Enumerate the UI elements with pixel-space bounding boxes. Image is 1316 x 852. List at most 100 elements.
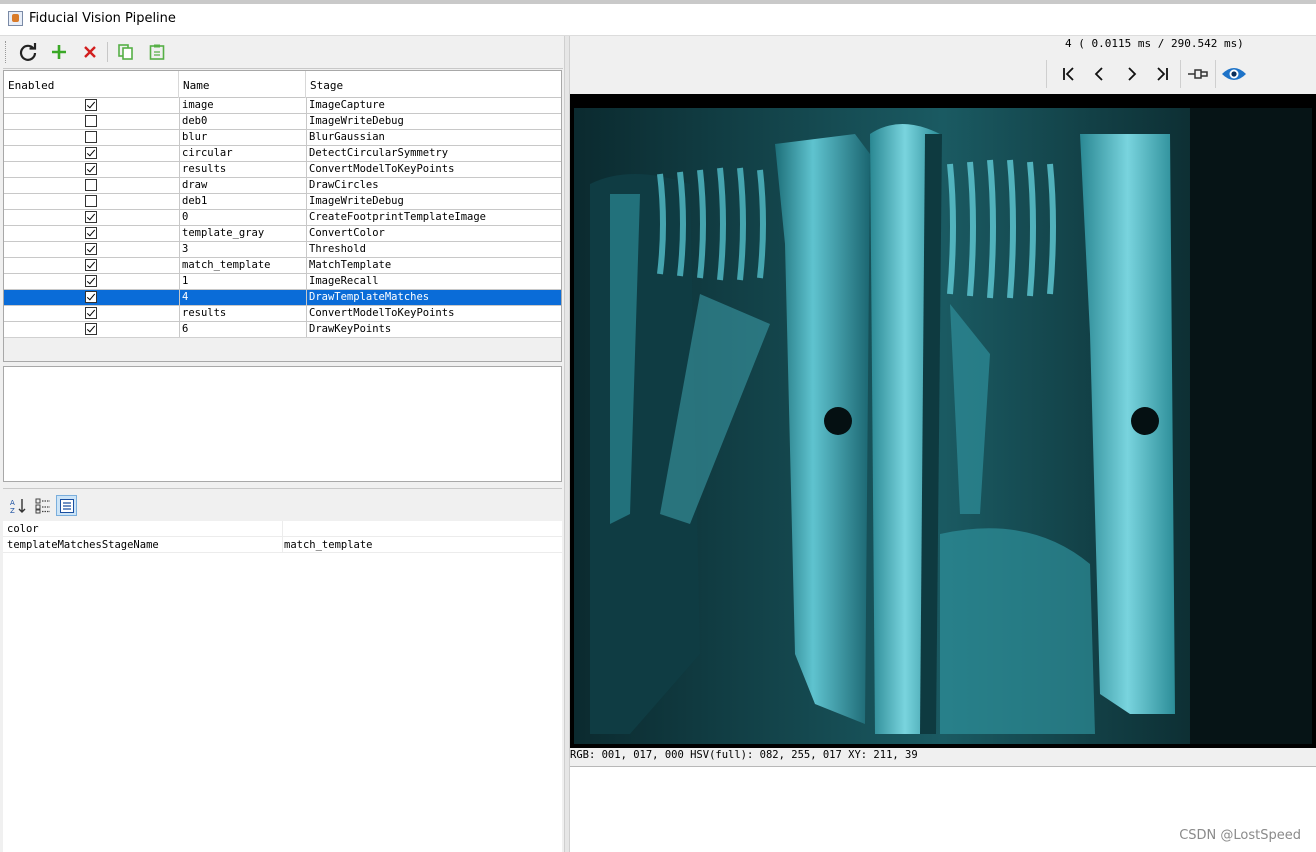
property-value[interactable]: match_template bbox=[282, 537, 373, 553]
stage-type-cell[interactable]: DrawCircles bbox=[306, 178, 561, 193]
table-row[interactable]: template_gray ConvertColor bbox=[4, 226, 561, 242]
stage-name-cell[interactable]: template_gray bbox=[179, 226, 306, 241]
enabled-checkbox[interactable] bbox=[85, 275, 97, 287]
column-header-name[interactable]: Name bbox=[179, 71, 306, 98]
table-row[interactable]: 1 ImageRecall bbox=[4, 274, 561, 290]
table-row[interactable]: 4 DrawTemplateMatches bbox=[4, 290, 561, 306]
stage-type-cell[interactable]: ConvertColor bbox=[306, 226, 561, 241]
enabled-checkbox[interactable] bbox=[85, 259, 97, 271]
stage-name-cell[interactable]: match_template bbox=[179, 258, 306, 273]
stage-name-cell[interactable]: results bbox=[179, 162, 306, 177]
stage-name-cell[interactable]: 6 bbox=[179, 322, 306, 337]
enabled-checkbox[interactable] bbox=[85, 243, 97, 255]
categorized-button[interactable] bbox=[32, 495, 53, 516]
table-row[interactable]: 3 Threshold bbox=[4, 242, 561, 258]
enabled-checkbox[interactable] bbox=[85, 211, 97, 223]
stage-type-cell[interactable]: DetectCircularSymmetry bbox=[306, 146, 561, 161]
toggle-view-button[interactable] bbox=[1220, 62, 1248, 86]
properties-grid: color templateMatchesStageName match_templ… bbox=[3, 521, 562, 852]
refresh-icon bbox=[19, 43, 37, 61]
property-value[interactable] bbox=[282, 521, 284, 537]
table-row[interactable]: results ConvertModelToKeyPoints bbox=[4, 306, 561, 322]
table-header: Enabled Name Stage bbox=[4, 71, 561, 98]
stage-name-cell[interactable]: deb1 bbox=[179, 194, 306, 209]
enabled-checkbox[interactable] bbox=[85, 291, 97, 303]
table-row[interactable]: image ImageCapture bbox=[4, 98, 561, 114]
timing-readout: 4 ( 0.0115 ms / 290.542 ms) bbox=[1065, 37, 1244, 50]
column-header-stage[interactable]: Stage bbox=[306, 71, 561, 98]
pin-button[interactable] bbox=[1186, 62, 1210, 86]
stage-name-cell[interactable]: 0 bbox=[179, 210, 306, 225]
stage-type-cell[interactable]: MatchTemplate bbox=[306, 258, 561, 273]
table-row[interactable]: draw DrawCircles bbox=[4, 178, 561, 194]
stage-details-pane bbox=[3, 366, 562, 482]
column-header-enabled[interactable]: Enabled bbox=[4, 71, 179, 98]
property-list-button[interactable] bbox=[56, 495, 77, 516]
property-row[interactable]: color bbox=[3, 521, 562, 537]
paste-button[interactable] bbox=[145, 40, 169, 64]
table-row[interactable]: 0 CreateFootprintTemplateImage bbox=[4, 210, 561, 226]
stage-type-cell[interactable]: ImageCapture bbox=[306, 98, 561, 113]
stage-name-cell[interactable]: 4 bbox=[179, 290, 306, 305]
pipeline-toolbar bbox=[3, 36, 563, 69]
stage-name-cell[interactable]: image bbox=[179, 98, 306, 113]
stage-type-cell[interactable]: ImageWriteDebug bbox=[306, 114, 561, 129]
enabled-cell bbox=[4, 258, 179, 273]
table-row[interactable]: 6 DrawKeyPoints bbox=[4, 322, 561, 338]
enabled-checkbox[interactable] bbox=[85, 195, 97, 207]
enabled-checkbox[interactable] bbox=[85, 99, 97, 111]
enabled-checkbox[interactable] bbox=[85, 179, 97, 191]
watermark-text: CSDN @LostSpeed bbox=[1179, 828, 1301, 843]
enabled-checkbox[interactable] bbox=[85, 307, 97, 319]
stage-name-cell[interactable]: circular bbox=[179, 146, 306, 161]
stage-name-cell[interactable]: blur bbox=[179, 130, 306, 145]
next-frame-button[interactable] bbox=[1119, 62, 1143, 86]
table-row[interactable]: blur BlurGaussian bbox=[4, 130, 561, 146]
stage-type-cell[interactable]: Threshold bbox=[306, 242, 561, 257]
enabled-checkbox[interactable] bbox=[85, 163, 97, 175]
enabled-checkbox[interactable] bbox=[85, 131, 97, 143]
copy-button[interactable] bbox=[114, 40, 138, 64]
enabled-cell bbox=[4, 226, 179, 241]
stage-type-cell[interactable]: ConvertModelToKeyPoints bbox=[306, 162, 561, 177]
stage-name-cell[interactable]: deb0 bbox=[179, 114, 306, 129]
table-row[interactable]: results ConvertModelToKeyPoints bbox=[4, 162, 561, 178]
stage-type-cell[interactable]: ImageRecall bbox=[306, 274, 561, 289]
enabled-cell bbox=[4, 130, 179, 145]
stage-type-cell[interactable]: DrawTemplateMatches bbox=[306, 290, 561, 305]
camera-image-view[interactable] bbox=[570, 94, 1316, 748]
table-row[interactable]: match_template MatchTemplate bbox=[4, 258, 561, 274]
enabled-cell bbox=[4, 290, 179, 305]
property-row[interactable]: templateMatchesStageName match_template bbox=[3, 537, 562, 553]
svg-text:Z: Z bbox=[10, 507, 15, 515]
stage-name-cell[interactable]: 3 bbox=[179, 242, 306, 257]
last-frame-button[interactable] bbox=[1150, 62, 1174, 86]
enabled-checkbox[interactable] bbox=[85, 147, 97, 159]
table-row[interactable]: deb1 ImageWriteDebug bbox=[4, 194, 561, 210]
stage-name-cell[interactable]: results bbox=[179, 306, 306, 321]
previous-frame-button[interactable] bbox=[1088, 62, 1112, 86]
enabled-checkbox[interactable] bbox=[85, 115, 97, 127]
categorized-icon bbox=[35, 498, 50, 513]
table-row[interactable]: circular DetectCircularSymmetry bbox=[4, 146, 561, 162]
refresh-button[interactable] bbox=[16, 40, 40, 64]
stage-name-cell[interactable]: 1 bbox=[179, 274, 306, 289]
property-key: templateMatchesStageName bbox=[7, 539, 159, 551]
table-row[interactable]: deb0 ImageWriteDebug bbox=[4, 114, 561, 130]
enabled-checkbox[interactable] bbox=[85, 323, 97, 335]
delete-stage-button[interactable] bbox=[78, 40, 102, 64]
sort-alphabetical-button[interactable]: AZ bbox=[7, 495, 28, 516]
first-frame-button[interactable] bbox=[1057, 62, 1081, 86]
pipeline-table: Enabled Name Stage image ImageCapture deb0… bbox=[3, 70, 562, 362]
enabled-cell bbox=[4, 178, 179, 193]
stage-name-cell[interactable]: draw bbox=[179, 178, 306, 193]
enabled-checkbox[interactable] bbox=[85, 227, 97, 239]
stage-type-cell[interactable]: DrawKeyPoints bbox=[306, 322, 561, 337]
stage-type-cell[interactable]: CreateFootprintTemplateImage bbox=[306, 210, 561, 225]
stage-type-cell[interactable]: ImageWriteDebug bbox=[306, 194, 561, 209]
toolbar-grip[interactable] bbox=[5, 41, 8, 63]
add-stage-button[interactable] bbox=[47, 40, 71, 64]
stage-type-cell[interactable]: ConvertModelToKeyPoints bbox=[306, 306, 561, 321]
stage-type-cell[interactable]: BlurGaussian bbox=[306, 130, 561, 145]
enabled-cell bbox=[4, 274, 179, 289]
